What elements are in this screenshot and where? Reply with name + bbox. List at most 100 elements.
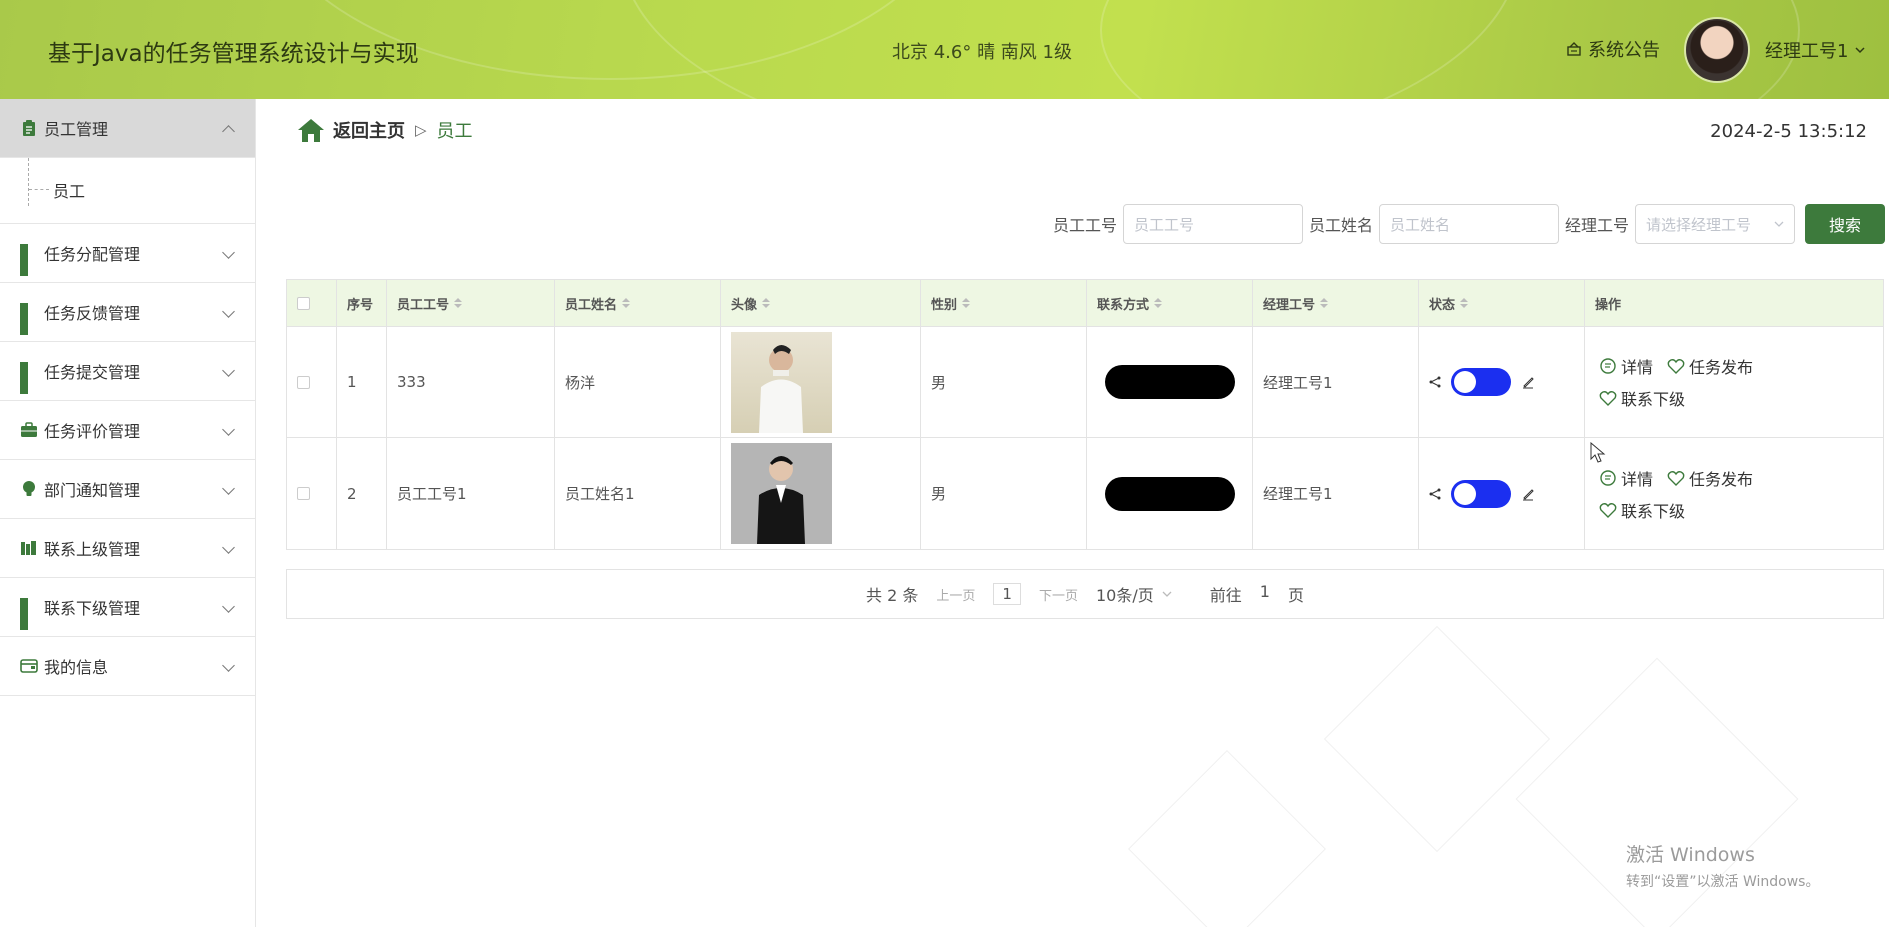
manager-no-select[interactable]: 请选择经理工号 xyxy=(1635,204,1795,244)
sidebar-item-label: 任务分配管理 xyxy=(44,245,141,264)
table-header: 序号 员工工号 员工姓名 头像 性别 联系方式 经理工号 状态 操作 xyxy=(287,280,1883,327)
sidebar-item-employee-mgmt[interactable]: 员工管理 xyxy=(0,99,255,158)
chevron-down-icon xyxy=(222,541,235,554)
chevron-down-icon xyxy=(222,305,235,318)
search-label-manager-no: 经理工号 xyxy=(1564,216,1629,235)
search-bar: 员工工号 员工工号 员工姓名 员工姓名 经理工号 请选择经理工号 搜索 xyxy=(1053,204,1885,244)
column-header-status[interactable]: 状态 xyxy=(1419,280,1585,326)
detail-label: 详情 xyxy=(1621,358,1654,377)
select-all-checkbox[interactable] xyxy=(297,296,310,310)
cell-actions: 详情 任务发布 联系下级 xyxy=(1585,438,1883,549)
detail-button[interactable]: 详情 xyxy=(1599,354,1653,378)
breadcrumb: 返回主页 ▷ 员工 xyxy=(297,117,473,143)
column-header-name[interactable]: 员工姓名 xyxy=(555,280,721,326)
column-header-label: 状态 xyxy=(1429,297,1456,313)
redacted-contact xyxy=(1104,476,1235,511)
breadcrumb-current: 员工 xyxy=(436,121,473,142)
row-checkbox[interactable] xyxy=(297,487,310,500)
status-toggle[interactable] xyxy=(1451,368,1511,396)
sidebar-item-label: 员工管理 xyxy=(44,120,109,139)
system-notice-label: 系统公告 xyxy=(1588,40,1660,61)
cell-emp-no: 333 xyxy=(387,327,555,437)
grid-icon xyxy=(20,244,38,276)
column-header-manager-no[interactable]: 经理工号 xyxy=(1253,280,1419,326)
contact-subordinate-button[interactable]: 联系下级 xyxy=(1599,498,1685,522)
sidebar-subitem-employee[interactable]: 员工 xyxy=(29,178,85,202)
column-header-contact[interactable]: 联系方式 xyxy=(1087,280,1253,326)
sort-icon[interactable] xyxy=(762,298,771,308)
pager-prev-button[interactable]: 上一页 xyxy=(936,585,975,604)
sidebar-item-dept-notice[interactable]: 部门通知管理 xyxy=(0,460,255,519)
sort-icon[interactable] xyxy=(1154,298,1163,308)
app-title: 基于Java的任务管理系统设计与实现 xyxy=(48,41,419,67)
chevron-down-icon xyxy=(1855,47,1865,54)
sidebar-item-task-submit[interactable]: 任务提交管理 xyxy=(0,342,255,401)
sort-icon[interactable] xyxy=(1320,298,1329,308)
pagination: 共 2 条 上一页 1 下一页 10条/页 前往 1 页 xyxy=(286,569,1884,619)
heart-icon xyxy=(1599,391,1617,406)
emp-name-input[interactable]: 员工姓名 xyxy=(1378,204,1559,244)
sidebar-item-task-evaluation[interactable]: 任务评价管理 xyxy=(0,401,255,460)
search-button[interactable]: 搜索 xyxy=(1805,204,1885,244)
chevron-down-icon xyxy=(222,659,235,672)
user-menu[interactable]: 经理工号1 xyxy=(1765,37,1866,63)
breadcrumb-separator-icon: ▷ xyxy=(415,121,427,139)
actions-row: 详情 任务发布 xyxy=(1599,354,1753,378)
manager-no-placeholder: 请选择经理工号 xyxy=(1646,215,1752,234)
pager-goto-input[interactable]: 1 xyxy=(1260,582,1270,606)
search-label-emp-no: 员工工号 xyxy=(1052,216,1117,235)
pager-goto-suffix: 页 xyxy=(1287,586,1304,605)
detail-button[interactable]: 详情 xyxy=(1599,466,1653,490)
status-toggle[interactable] xyxy=(1451,479,1511,508)
sort-icon[interactable] xyxy=(454,298,463,308)
table-row: 2 员工工号1 员工姓名1 男 经理工号1 详情 任务发布 联系下级 xyxy=(287,438,1883,549)
cell-gender: 男 xyxy=(921,327,1087,437)
column-header-label: 联系方式 xyxy=(1097,297,1150,313)
current-datetime: 2024-2-5 13:5:12 xyxy=(1710,121,1867,142)
pager-next-button[interactable]: 下一页 xyxy=(1039,585,1078,604)
sidebar-item-contact-superior[interactable]: 联系上级管理 xyxy=(0,519,255,578)
user-name: 经理工号1 xyxy=(1765,41,1849,62)
sidebar-item-task-feedback[interactable]: 任务反馈管理 xyxy=(0,283,255,342)
edit-icon[interactable] xyxy=(1521,375,1535,389)
sort-icon[interactable] xyxy=(962,298,971,308)
heart-icon xyxy=(1667,470,1685,486)
employee-photo[interactable] xyxy=(731,443,832,544)
emp-no-input[interactable]: 员工工号 xyxy=(1122,204,1303,244)
cell-gender: 男 xyxy=(921,438,1087,549)
contact-subordinate-button[interactable]: 联系下级 xyxy=(1599,386,1685,410)
row-checkbox[interactable] xyxy=(297,375,310,389)
sort-icon[interactable] xyxy=(1460,298,1469,308)
sidebar-item-label: 任务提交管理 xyxy=(44,363,141,382)
breadcrumb-home-link[interactable]: 返回主页 xyxy=(333,117,405,143)
grid-icon xyxy=(20,598,38,630)
column-header-emp-no[interactable]: 员工工号 xyxy=(387,280,555,326)
publish-task-button[interactable]: 任务发布 xyxy=(1667,354,1753,378)
user-avatar[interactable] xyxy=(1684,17,1750,83)
column-header-index: 序号 xyxy=(337,280,387,326)
watermark-line1: 激活 Windows xyxy=(1626,844,1755,866)
pager-page-number[interactable]: 1 xyxy=(993,583,1021,605)
pager-size-select[interactable]: 10条/页 xyxy=(1096,582,1172,606)
books-icon xyxy=(21,541,36,555)
system-notice-link[interactable]: 系统公告 xyxy=(1566,36,1660,62)
home-icon[interactable] xyxy=(297,117,325,143)
sidebar-item-label: 联系下级管理 xyxy=(44,599,141,618)
windows-activation-watermark: 激活 Windows 转到“设置”以激活 Windows。 xyxy=(1626,840,1819,891)
sort-icon[interactable] xyxy=(622,298,631,308)
sidebar-item-task-assign[interactable]: 任务分配管理 xyxy=(0,224,255,283)
employee-photo[interactable] xyxy=(731,331,832,433)
background-decoration xyxy=(1323,625,1551,853)
column-header-avatar[interactable]: 头像 xyxy=(721,280,921,326)
sidebar-item-my-info[interactable]: 我的信息 xyxy=(0,637,255,696)
cell-index: 1 xyxy=(337,327,387,437)
column-header-label: 员工姓名 xyxy=(565,297,618,313)
cell-contact xyxy=(1087,438,1253,549)
lightbulb-icon xyxy=(23,481,35,496)
search-label-emp-name: 员工姓名 xyxy=(1308,216,1373,235)
chevron-down-icon xyxy=(222,482,235,495)
edit-icon[interactable] xyxy=(1521,487,1535,501)
column-header-gender[interactable]: 性别 xyxy=(921,280,1087,326)
publish-task-button[interactable]: 任务发布 xyxy=(1667,466,1753,490)
sidebar-item-contact-subordinate[interactable]: 联系下级管理 xyxy=(0,578,255,637)
